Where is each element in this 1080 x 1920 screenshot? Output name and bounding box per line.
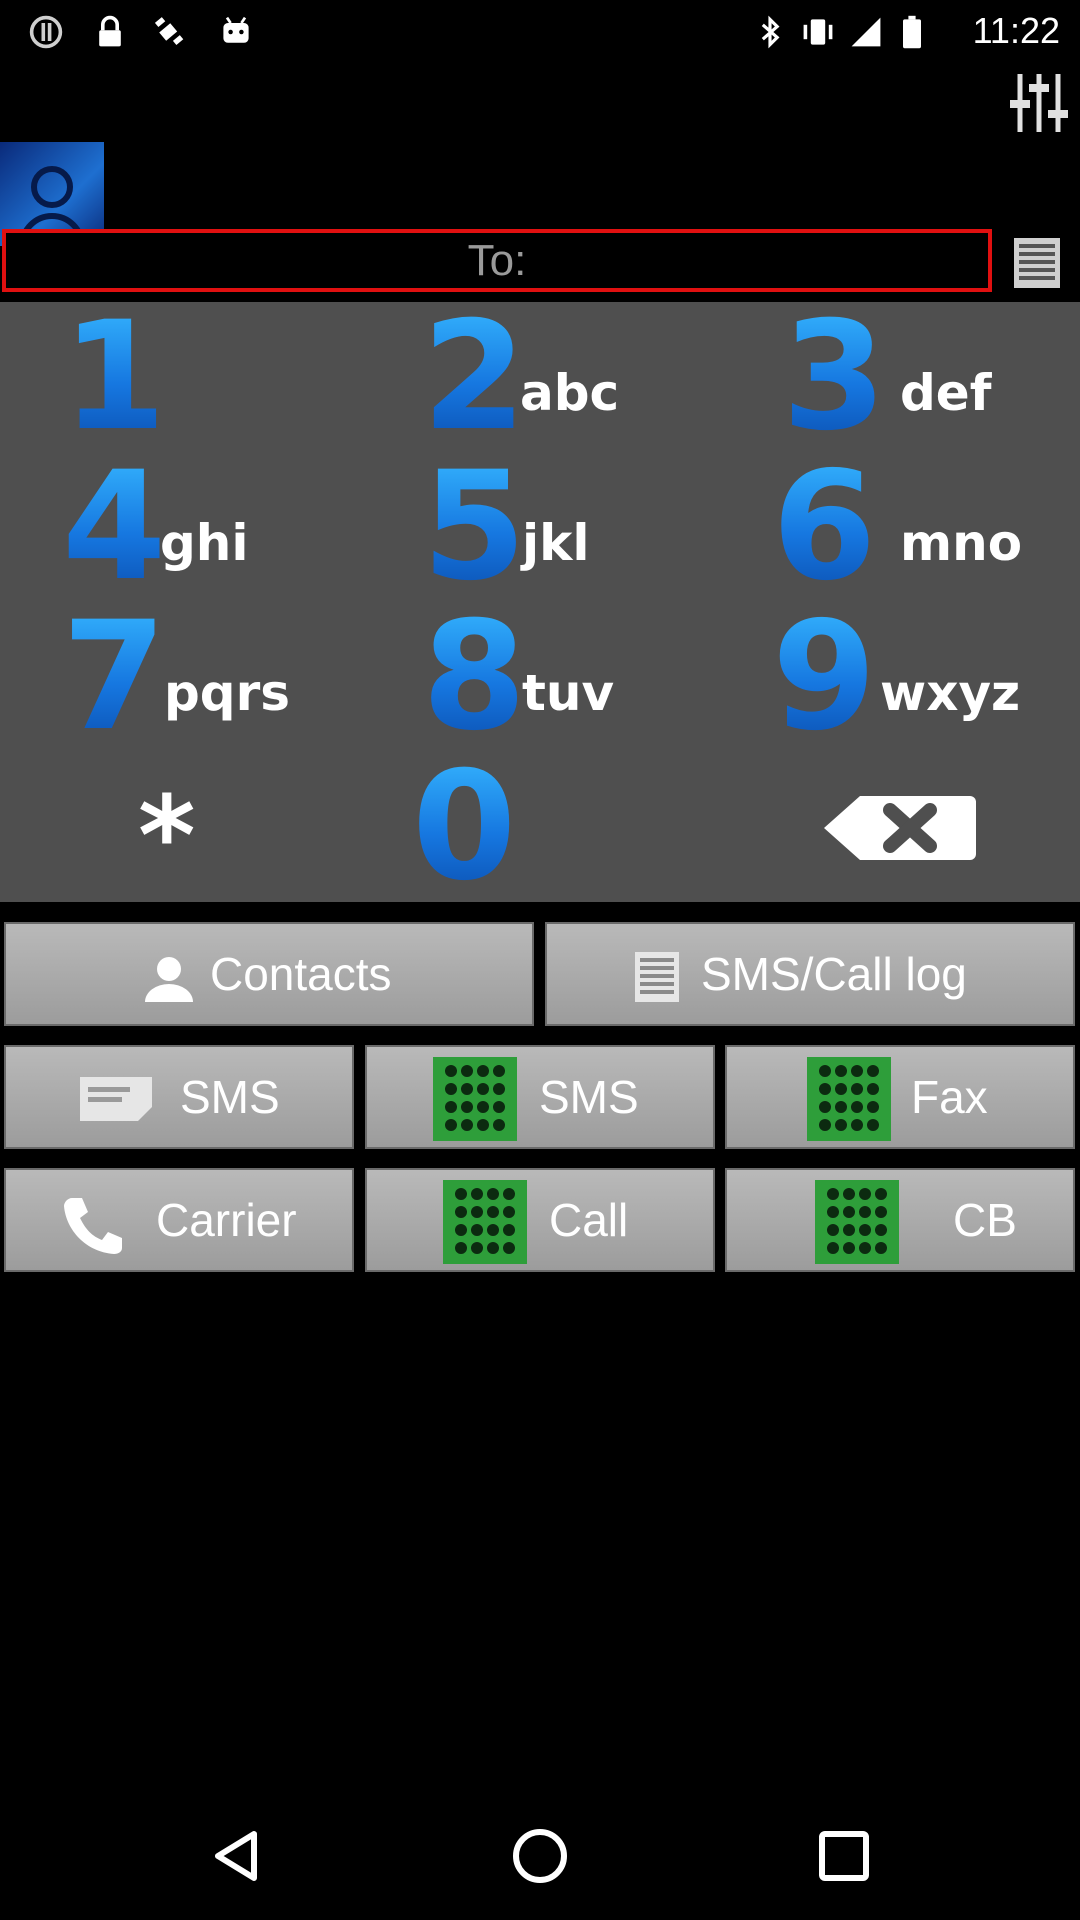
key-5[interactable]: 5 jkl bbox=[360, 452, 720, 602]
recents-icon[interactable] bbox=[804, 1816, 884, 1896]
contacts-label: Contacts bbox=[210, 948, 392, 1000]
android-icon bbox=[223, 16, 249, 43]
status-bar: 11:22 bbox=[0, 0, 1080, 64]
keypad-grid-icon bbox=[433, 1057, 517, 1141]
key-digit: 2 bbox=[422, 290, 527, 464]
sms-call-log-button[interactable]: SMS/Call log bbox=[545, 922, 1075, 1026]
call-label: Call bbox=[549, 1194, 629, 1246]
carrier-label: Carrier bbox=[156, 1194, 297, 1246]
key-letters: jkl bbox=[522, 514, 590, 572]
sms-native-button[interactable]: SMS bbox=[4, 1045, 354, 1149]
keypad-grid-icon bbox=[443, 1180, 527, 1264]
sms-green-button[interactable]: SMS bbox=[365, 1045, 715, 1149]
battery-icon bbox=[903, 15, 921, 49]
key-letters: def bbox=[900, 364, 992, 422]
call-button[interactable]: Call bbox=[365, 1168, 715, 1272]
key-letters: abc bbox=[520, 364, 620, 422]
lock-icon bbox=[99, 15, 121, 47]
sliders-icon[interactable] bbox=[1006, 70, 1072, 136]
keypad-grid-icon bbox=[815, 1180, 899, 1264]
key-9[interactable]: 9 wxyz bbox=[720, 602, 1080, 752]
key-digit: 3 bbox=[782, 290, 887, 464]
sms-call-log-label: SMS/Call log bbox=[701, 948, 967, 1000]
key-digit: 6 bbox=[772, 440, 877, 614]
key-letters: tuv bbox=[522, 664, 615, 722]
key-1[interactable]: 1 bbox=[0, 302, 360, 452]
key-digit: * bbox=[138, 772, 196, 900]
key-letters: ghi bbox=[160, 514, 249, 572]
key-digit: 8 bbox=[422, 590, 527, 764]
signal-icon bbox=[851, 17, 881, 47]
key-digit: 7 bbox=[62, 590, 167, 764]
keypad: 1 2 abc 3 def 4 ghi 5 jkl 6 mno 7 pqrs 8… bbox=[0, 302, 1080, 902]
key-letters: mno bbox=[900, 514, 1023, 572]
home-icon[interactable] bbox=[500, 1816, 580, 1896]
key-6[interactable]: 6 mno bbox=[720, 452, 1080, 602]
sms-native-label: SMS bbox=[180, 1071, 280, 1123]
message-icon bbox=[80, 1077, 152, 1121]
list-icon bbox=[635, 952, 679, 1002]
fax-label: Fax bbox=[911, 1071, 988, 1123]
backspace-icon bbox=[824, 796, 976, 860]
key-digit: 0 bbox=[412, 740, 517, 914]
back-icon[interactable] bbox=[196, 1816, 276, 1896]
keypad-grid-icon bbox=[807, 1057, 891, 1141]
backspace-button[interactable] bbox=[720, 752, 1080, 902]
key-letters: pqrs bbox=[164, 664, 291, 722]
key-letters: wxyz bbox=[880, 664, 1021, 722]
fax-button[interactable]: Fax bbox=[725, 1045, 1075, 1149]
key-2[interactable]: 2 abc bbox=[360, 302, 720, 452]
list-icon[interactable] bbox=[1012, 236, 1062, 290]
contacts-button[interactable]: Contacts bbox=[4, 922, 534, 1026]
carrier-button[interactable]: Carrier bbox=[4, 1168, 354, 1272]
key-digit: 5 bbox=[422, 440, 527, 614]
key-star[interactable]: * bbox=[0, 752, 360, 902]
key-digit: 4 bbox=[62, 440, 167, 614]
status-time: 11:22 bbox=[972, 10, 1060, 51]
alert-icon bbox=[29, 15, 63, 49]
key-digit: 9 bbox=[772, 590, 877, 764]
to-label: To: bbox=[467, 236, 527, 285]
person-icon bbox=[145, 957, 193, 1002]
to-input[interactable]: To: bbox=[2, 229, 992, 292]
vibrate-icon bbox=[803, 19, 833, 45]
key-7[interactable]: 7 pqrs bbox=[0, 602, 360, 752]
bluetooth-icon bbox=[761, 15, 780, 49]
fake-gps-icon bbox=[154, 17, 184, 46]
phone-icon bbox=[64, 1198, 122, 1254]
cb-button[interactable]: CB bbox=[725, 1168, 1075, 1272]
navigation-bar bbox=[0, 1790, 1080, 1920]
key-3[interactable]: 3 def bbox=[720, 302, 1080, 452]
cb-label: CB bbox=[953, 1194, 1017, 1246]
key-8[interactable]: 8 tuv bbox=[360, 602, 720, 752]
key-0[interactable]: 0 bbox=[360, 752, 720, 902]
sms-green-label: SMS bbox=[539, 1071, 639, 1123]
key-digit: 1 bbox=[62, 290, 167, 464]
key-4[interactable]: 4 ghi bbox=[0, 452, 360, 602]
